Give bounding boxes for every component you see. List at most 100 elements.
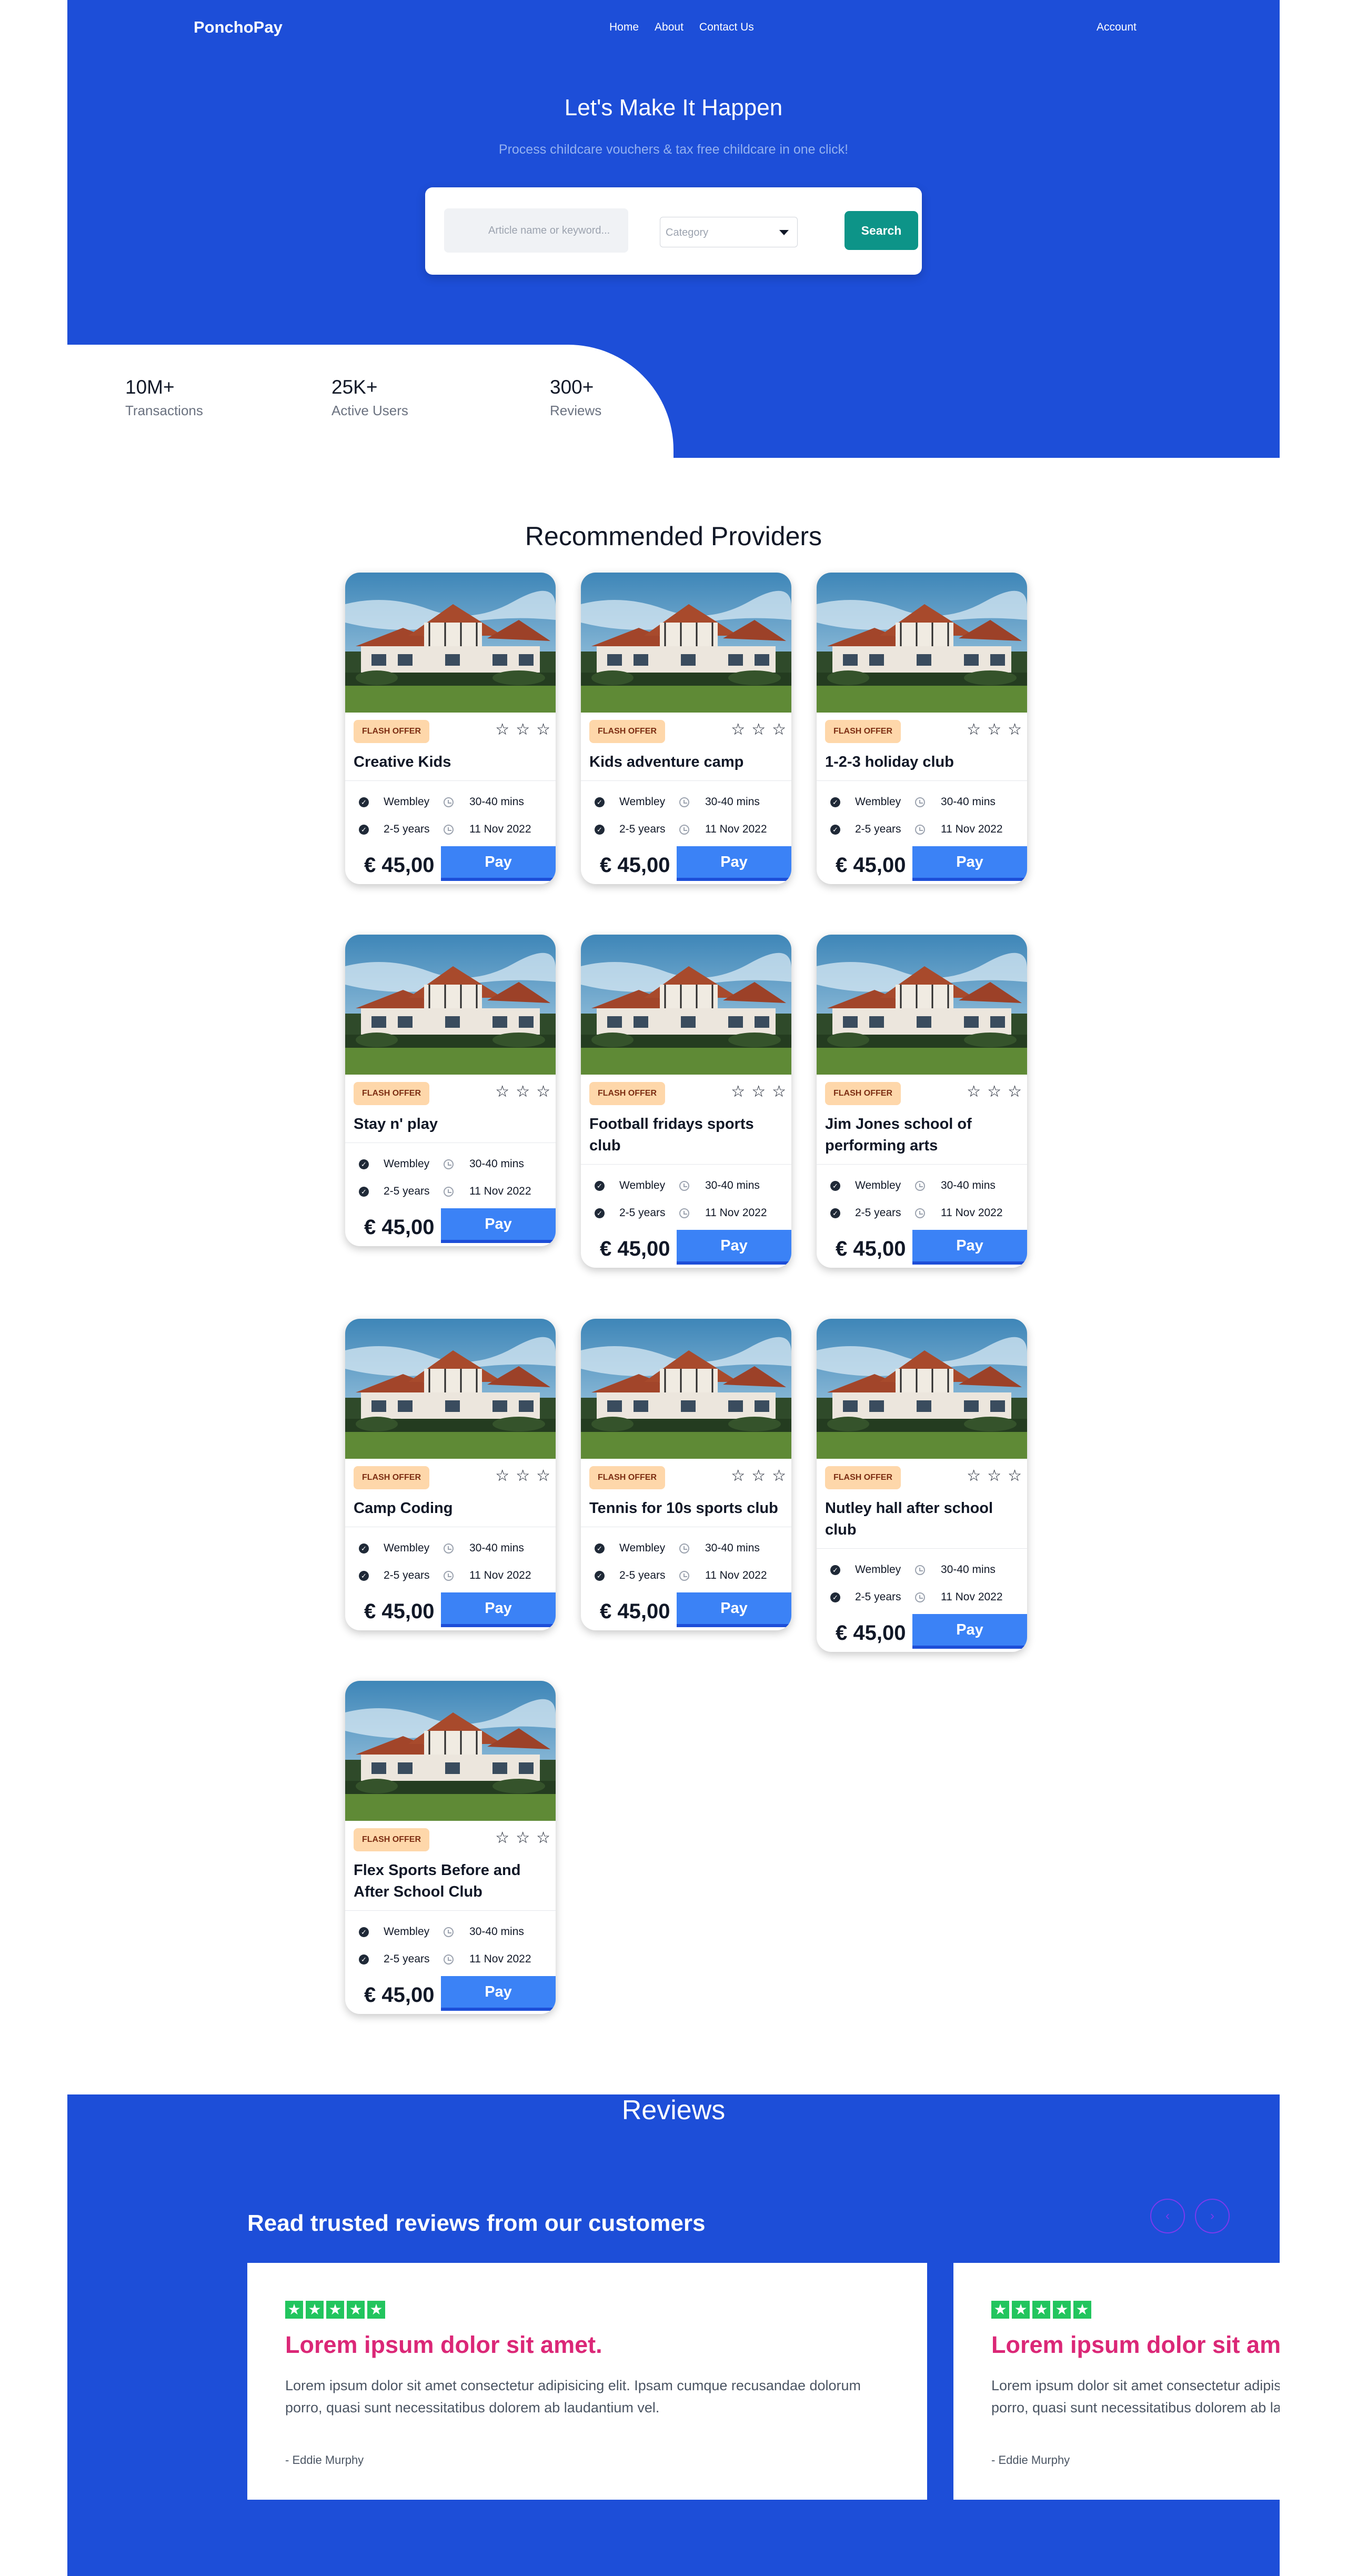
stat-value: 300+	[550, 376, 594, 398]
clock-icon	[444, 824, 454, 835]
star-outline-icon[interactable]: ☆	[967, 1468, 981, 1484]
rating-stars[interactable]: ☆ ☆ ☆	[495, 1468, 550, 1484]
star-outline-icon[interactable]: ☆	[495, 1830, 509, 1846]
provider-card[interactable]: FLASH OFFER ☆ ☆ ☆ Flex Sports Before and Aft…	[345, 1681, 556, 2014]
provider-card[interactable]: FLASH OFFER ☆ ☆ ☆ Camp Coding ✓ Wembley 30-40 m…	[345, 1319, 556, 1630]
pay-button[interactable]: Pay	[912, 1614, 1027, 1649]
card-header: FLASH OFFER ☆ ☆ ☆	[581, 1459, 791, 1490]
rating-stars[interactable]: ☆ ☆ ☆	[731, 1084, 786, 1100]
pay-button[interactable]: Pay	[912, 846, 1027, 881]
pay-button[interactable]: Pay	[912, 1230, 1027, 1265]
star-outline-icon[interactable]: ☆	[772, 722, 786, 738]
check-circle-icon: ✓	[830, 797, 840, 807]
rating-stars[interactable]: ☆ ☆ ☆	[731, 722, 786, 738]
clock-icon	[444, 1570, 454, 1581]
provider-card[interactable]: FLASH OFFER ☆ ☆ ☆ Kids adventure camp ✓ Wemble…	[581, 573, 791, 884]
star-outline-icon[interactable]: ☆	[772, 1084, 786, 1100]
provider-card[interactable]: FLASH OFFER ☆ ☆ ☆ Football fridays sports cl…	[581, 935, 791, 1268]
rating-stars[interactable]: ☆ ☆ ☆	[967, 722, 1022, 738]
pay-button[interactable]: Pay	[441, 1592, 556, 1627]
check-circle-icon: ✓	[595, 1180, 605, 1191]
star-outline-icon[interactable]: ☆	[1008, 1468, 1022, 1484]
rating-stars[interactable]: ☆ ☆ ☆	[495, 722, 550, 738]
search-input[interactable]	[444, 208, 628, 253]
check-circle-icon: ✓	[359, 1543, 369, 1553]
provider-card[interactable]: FLASH OFFER ☆ ☆ ☆ 1-2-3 holiday club ✓ Wembley…	[817, 573, 1027, 884]
star-outline-icon[interactable]: ☆	[987, 1468, 1001, 1484]
reviews-subheading: Read trusted reviews from our customers	[247, 2210, 706, 2236]
card-header: FLASH OFFER ☆ ☆ ☆	[817, 1075, 1027, 1106]
star-outline-icon[interactable]: ☆	[987, 722, 1001, 738]
rating-stars[interactable]: ☆ ☆ ☆	[967, 1468, 1022, 1484]
pay-button[interactable]: Pay	[441, 1976, 556, 2011]
category-select[interactable]: Category	[660, 217, 798, 247]
nav-link-about[interactable]: About	[655, 21, 683, 34]
logo[interactable]: PonchoPay	[194, 18, 283, 37]
star-outline-icon[interactable]: ☆	[1008, 722, 1022, 738]
star-outline-icon[interactable]: ☆	[1008, 1084, 1022, 1100]
star-outline-icon[interactable]: ☆	[495, 1084, 509, 1100]
star-outline-icon[interactable]: ☆	[731, 722, 745, 738]
star-icon: ★	[1053, 2301, 1071, 2319]
review-card: ★ ★ ★ ★ ★ Lorem ipsum dolor sit amet. Lo…	[247, 2263, 927, 2500]
star-outline-icon[interactable]: ☆	[967, 1084, 981, 1100]
provider-name: Nutley hall after school club	[825, 1500, 993, 1538]
star-outline-icon[interactable]: ☆	[751, 1084, 766, 1100]
star-outline-icon[interactable]: ☆	[731, 1084, 745, 1100]
provider-date: 11 Nov 2022	[469, 1569, 531, 1581]
stat-reviews: 300+ Reviews	[550, 376, 601, 419]
pay-button[interactable]: Pay	[677, 1230, 791, 1265]
provider-details: ✓ Wembley 30-40 mins ✓ 2-5 years 11 Nov 2022	[345, 1142, 556, 1208]
pay-button[interactable]: Pay	[441, 1208, 556, 1243]
star-outline-icon[interactable]: ☆	[536, 722, 550, 738]
star-outline-icon[interactable]: ☆	[495, 722, 509, 738]
search-button[interactable]: Search	[845, 211, 918, 250]
card-footer: € 45,00 Pay	[817, 846, 1027, 884]
provider-card[interactable]: FLASH OFFER ☆ ☆ ☆ Stay n' play ✓ Wembley 30-40 …	[345, 935, 556, 1246]
star-outline-icon[interactable]: ☆	[536, 1830, 550, 1846]
provider-details: ✓ Wembley 30-40 mins ✓ 2-5 years 11 Nov 2022	[817, 780, 1027, 846]
info-row: ✓ 2-5 years 11 Nov 2022	[345, 1562, 556, 1589]
pay-button[interactable]: Pay	[677, 1592, 791, 1627]
star-outline-icon[interactable]: ☆	[751, 722, 766, 738]
star-outline-icon[interactable]: ☆	[536, 1084, 550, 1100]
star-icon: ★	[347, 2301, 365, 2319]
pay-button[interactable]: Pay	[677, 846, 791, 881]
provider-card[interactable]: FLASH OFFER ☆ ☆ ☆ Jim Jones school of perfor…	[817, 935, 1027, 1268]
star-outline-icon[interactable]: ☆	[772, 1468, 786, 1484]
provider-card[interactable]: FLASH OFFER ☆ ☆ ☆ Creative Kids ✓ Wembley 30-40…	[345, 573, 556, 884]
provider-details: ✓ Wembley 30-40 mins ✓ 2-5 years 11 Nov 2022	[817, 1548, 1027, 1614]
star-outline-icon[interactable]: ☆	[536, 1468, 550, 1484]
star-outline-icon[interactable]: ☆	[731, 1468, 745, 1484]
pay-button[interactable]: Pay	[441, 846, 556, 881]
star-outline-icon[interactable]: ☆	[495, 1468, 509, 1484]
account-link[interactable]: Account	[1097, 21, 1137, 34]
rating-stars[interactable]: ☆ ☆ ☆	[967, 1084, 1022, 1100]
star-outline-icon[interactable]: ☆	[516, 722, 530, 738]
card-footer: € 45,00 Pay	[345, 1592, 556, 1630]
nav-link-home[interactable]: Home	[609, 21, 639, 34]
card-header: FLASH OFFER ☆ ☆ ☆	[817, 713, 1027, 744]
star-outline-icon[interactable]: ☆	[751, 1468, 766, 1484]
chevron-left-icon[interactable]: ‹	[1150, 2199, 1185, 2233]
info-row: ✓ 2-5 years 11 Nov 2022	[345, 816, 556, 843]
chevron-right-icon[interactable]: ›	[1195, 2199, 1230, 2233]
rating-stars[interactable]: ☆ ☆ ☆	[731, 1468, 786, 1484]
star-outline-icon[interactable]: ☆	[516, 1084, 530, 1100]
card-footer: € 45,00 Pay	[581, 1230, 791, 1268]
star-outline-icon[interactable]: ☆	[516, 1830, 530, 1846]
rating-stars[interactable]: ☆ ☆ ☆	[495, 1830, 550, 1846]
info-row: ✓ Wembley 30-40 mins	[581, 1172, 791, 1199]
rating-stars[interactable]: ☆ ☆ ☆	[495, 1084, 550, 1100]
star-outline-icon[interactable]: ☆	[987, 1084, 1001, 1100]
provider-card[interactable]: FLASH OFFER ☆ ☆ ☆ Tennis for 10s sports club…	[581, 1319, 791, 1630]
clock-icon	[679, 1570, 689, 1581]
clock-icon	[915, 1592, 925, 1602]
review-author: - Eddie Murphy	[285, 2453, 364, 2467]
star-outline-icon[interactable]: ☆	[967, 722, 981, 738]
provider-card[interactable]: FLASH OFFER ☆ ☆ ☆ Nutley hall after school c…	[817, 1319, 1027, 1652]
star-icon: ★	[1012, 2301, 1030, 2319]
provider-duration: 30-40 mins	[705, 1542, 760, 1554]
nav-link-contact[interactable]: Contact Us	[699, 21, 754, 34]
star-outline-icon[interactable]: ☆	[516, 1468, 530, 1484]
